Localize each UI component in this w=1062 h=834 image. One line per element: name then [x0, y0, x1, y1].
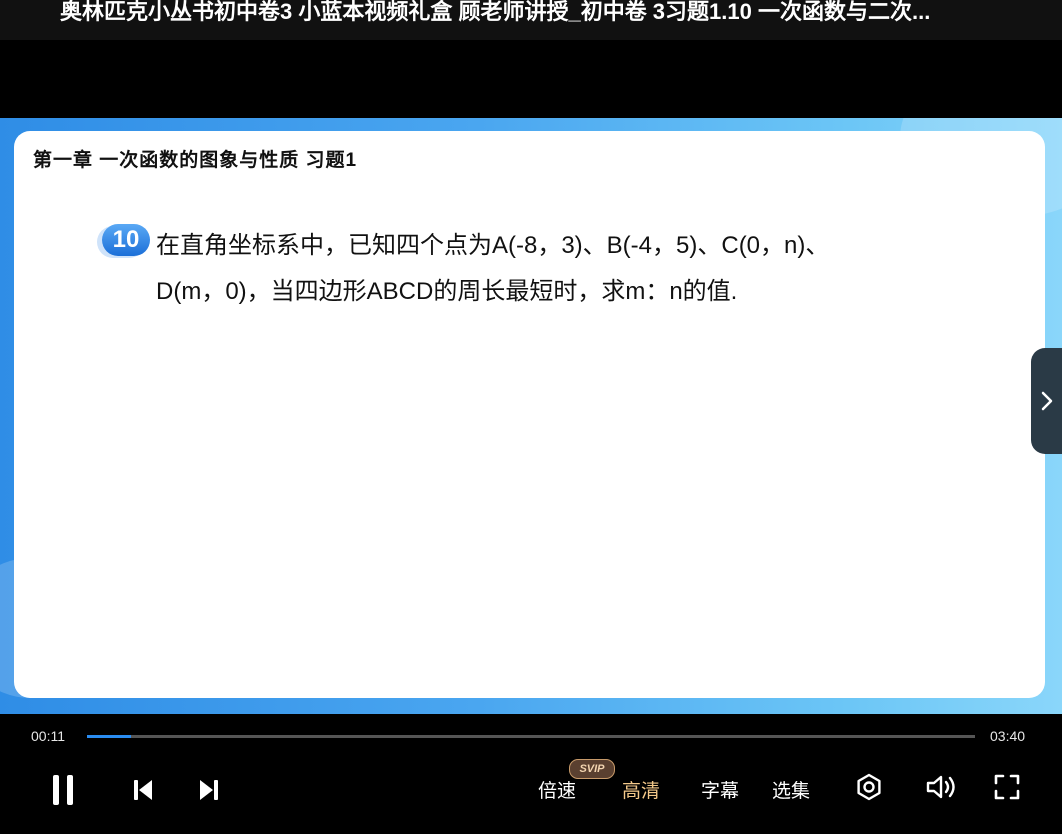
fullscreen-icon: [994, 774, 1020, 800]
skip-next-icon: [200, 780, 218, 800]
fullscreen-button[interactable]: [992, 772, 1022, 802]
settings-button[interactable]: [854, 772, 884, 802]
next-button[interactable]: [194, 776, 224, 804]
svip-badge: SVIP: [569, 759, 615, 779]
chapter-heading: 第一章 一次函数的图象与性质 习题1: [33, 150, 358, 171]
video-title: 奥林匹克小丛书初中卷3 小蓝本视频礼盒 顾老师讲授_初中卷 3习题1.10 一次…: [60, 0, 931, 24]
volume-button[interactable]: [924, 772, 958, 802]
speed-button[interactable]: 倍速: [538, 776, 576, 803]
slide-card: 第一章 一次函数的图象与性质 习题1 10 在直角坐标系中，已知四个点为A(-8…: [14, 131, 1045, 698]
subtitle-button[interactable]: 字幕: [701, 776, 739, 803]
pause-button[interactable]: [46, 772, 80, 808]
title-bar: 奥林匹克小丛书初中卷3 小蓝本视频礼盒 顾老师讲授_初中卷 3习题1.10 一次…: [0, 0, 1062, 40]
player-controls: 00:11 03:40 倍速 SVIP 高清 字幕 选集: [0, 714, 1062, 834]
skip-previous-icon: [134, 780, 152, 800]
progress-fill: [87, 735, 132, 738]
question-text-line-1: 在直角坐标系中，已知四个点为A(-8，3)、B(-4，5)、C(0，n)、: [156, 232, 830, 259]
question-text-line-2: D(m，0)，当四边形ABCD的周长最短时，求m：n的值.: [156, 278, 738, 305]
video-area[interactable]: 第一章 一次函数的图象与性质 习题1 10 在直角坐标系中，已知四个点为A(-8…: [0, 118, 1062, 714]
volume-icon: [926, 775, 955, 799]
pause-icon: [53, 775, 73, 805]
total-time: 03:40: [990, 728, 1026, 744]
current-time: 00:11: [31, 728, 65, 744]
episodes-button[interactable]: 选集: [772, 776, 810, 803]
settings-icon: [857, 773, 881, 801]
progress-bar[interactable]: [87, 735, 975, 738]
previous-button[interactable]: [128, 776, 158, 804]
quality-button[interactable]: 高清: [622, 776, 660, 803]
question-number-badge: 10: [102, 224, 150, 256]
side-next-button[interactable]: [1031, 348, 1062, 454]
chevron-right-icon: [1041, 391, 1052, 411]
